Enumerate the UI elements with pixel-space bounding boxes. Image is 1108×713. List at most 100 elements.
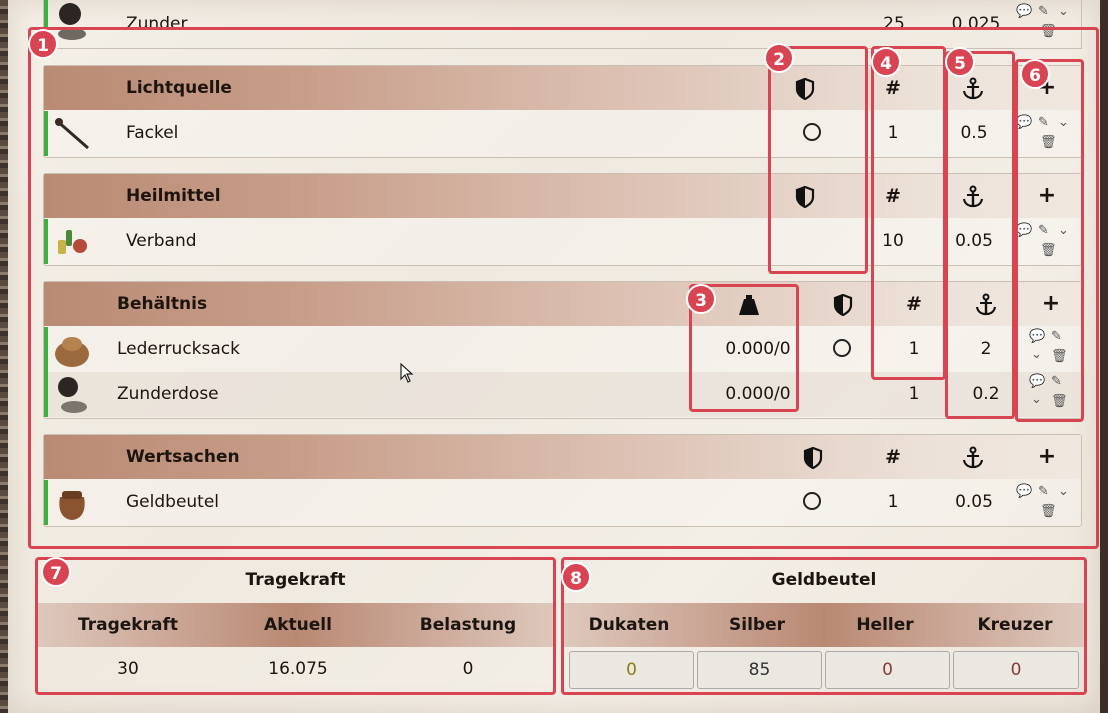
add-item-button[interactable]: + xyxy=(1032,444,1062,469)
item-count: 25 xyxy=(883,14,905,34)
item-count: 1 xyxy=(908,384,920,404)
trash-icon[interactable]: 🗑 xyxy=(1040,24,1057,39)
shield-icon xyxy=(795,186,815,208)
item-capacity: 0.000/0 xyxy=(725,339,791,359)
anchor-icon xyxy=(975,293,997,316)
annotation-badge-8: 8 xyxy=(561,562,591,592)
silber-input[interactable]: 85 xyxy=(697,651,822,689)
equip-radio[interactable] xyxy=(833,339,851,357)
item-weight: 2 xyxy=(980,339,992,359)
list-item[interactable]: Zunder 25 0.025 💬 ✎ ⌄ 🗑 xyxy=(43,0,1082,49)
chevron-down-icon[interactable]: ⌄ xyxy=(1058,484,1069,499)
comment-icon[interactable]: 💬 xyxy=(1016,223,1032,238)
item-count: 1 xyxy=(887,492,899,512)
annotation-badge-3: 3 xyxy=(686,284,716,314)
annotation-badge-2: 2 xyxy=(764,43,794,73)
tinderbox-thumbnail-icon xyxy=(58,377,87,413)
trash-icon[interactable]: 🗑 xyxy=(1040,243,1057,258)
chevron-down-icon[interactable]: ⌄ xyxy=(1058,4,1069,19)
count-column-header: # xyxy=(885,185,901,207)
tinder-thumbnail-icon xyxy=(58,3,86,40)
heller-input[interactable]: 0 xyxy=(825,651,950,689)
equipped-indicator xyxy=(44,219,48,264)
edit-icon[interactable]: ✎ xyxy=(1038,484,1049,499)
torch-thumbnail-icon xyxy=(55,118,89,150)
equip-radio[interactable] xyxy=(803,492,821,510)
panel-title: Geldbeutel xyxy=(771,570,877,590)
annotation-badge-6: 6 xyxy=(1020,59,1050,89)
comment-icon[interactable]: 💬 xyxy=(1029,329,1045,344)
comment-icon[interactable]: 💬 xyxy=(1016,4,1032,19)
column-header: Dukaten xyxy=(588,615,670,635)
column-header: Aktuell xyxy=(264,615,332,635)
chevron-down-icon[interactable]: ⌄ xyxy=(1058,115,1069,130)
comment-icon[interactable]: 💬 xyxy=(1016,484,1032,499)
edit-icon[interactable]: ✎ xyxy=(1038,4,1049,19)
edit-icon[interactable]: ✎ xyxy=(1038,223,1049,238)
item-capacity: 0.000/0 xyxy=(725,384,791,404)
item-weight: 0.05 xyxy=(955,492,993,512)
add-item-button[interactable]: + xyxy=(1032,183,1062,208)
list-item[interactable]: Lederrucksack 0.000/0 1 2 💬 ✎ ⌄ 🗑 xyxy=(44,327,1081,372)
group-title: Behältnis xyxy=(117,294,208,314)
item-name: Zunderdose xyxy=(117,384,219,404)
backpack-thumbnail-icon xyxy=(55,337,89,367)
chevron-down-icon[interactable]: ⌄ xyxy=(1031,392,1042,407)
column-header: Heller xyxy=(856,615,914,635)
bandage-thumbnail-icon xyxy=(58,230,87,254)
add-item-button[interactable]: + xyxy=(1036,291,1066,316)
panel-header: Dukaten Silber Heller Kreuzer xyxy=(564,603,1084,647)
annotation-badge-1: 1 xyxy=(28,29,58,59)
list-item[interactable]: Zunderdose 0.000/0 1 0.2 💬 ✎ ⌄ 🗑 xyxy=(44,372,1081,417)
list-item[interactable]: Geldbeutel 1 0.05 💬 ✎ ⌄ 🗑 xyxy=(44,480,1081,525)
equipped-indicator xyxy=(44,480,48,525)
anchor-icon xyxy=(962,185,984,208)
bag-icon xyxy=(739,295,759,315)
comment-icon[interactable]: 💬 xyxy=(1016,115,1032,130)
item-name: Fackel xyxy=(126,123,179,143)
item-weight: 0.025 xyxy=(951,14,1001,34)
anchor-icon xyxy=(962,446,984,469)
panel-title: Tragekraft xyxy=(245,570,346,590)
current-load-value: 16.075 xyxy=(268,659,328,679)
column-header: Tragekraft xyxy=(78,615,178,635)
count-column-header: # xyxy=(885,77,901,99)
group-behaeltnis: Behältnis # + Lederrucksack 0.000/0 1 2 … xyxy=(43,281,1082,419)
chevron-down-icon[interactable]: ⌄ xyxy=(1058,223,1069,238)
chevron-down-icon[interactable]: ⌄ xyxy=(1031,347,1042,362)
group-header: Behältnis # + xyxy=(44,282,1081,326)
group-header: Lichtquelle # + xyxy=(44,66,1081,110)
trash-icon[interactable]: 🗑 xyxy=(1040,135,1057,150)
carry-capacity-value: 30 xyxy=(117,659,139,679)
edit-icon[interactable]: ✎ xyxy=(1038,115,1049,130)
item-name: Verband xyxy=(126,231,197,251)
list-item[interactable]: Verband 10 0.05 💬 ✎ ⌄ 🗑 xyxy=(44,219,1081,264)
list-item[interactable]: Fackel 1 0.5 💬 ✎ ⌄ 🗑 xyxy=(44,111,1081,156)
shield-icon xyxy=(803,447,823,469)
tragekraft-panel: Tragekraft Tragekraft Aktuell Belastung … xyxy=(38,558,553,693)
edit-icon[interactable]: ✎ xyxy=(1051,329,1062,344)
trash-icon[interactable]: 🗑 xyxy=(1051,394,1068,409)
panel-header: Tragekraft Aktuell Belastung xyxy=(38,603,553,647)
trash-icon[interactable]: 🗑 xyxy=(1051,349,1068,364)
item-count: 10 xyxy=(882,231,904,251)
equipped-indicator xyxy=(44,111,48,156)
shield-icon xyxy=(833,294,853,316)
dukaten-input[interactable]: 0 xyxy=(569,651,694,689)
item-weight: 0.05 xyxy=(955,231,993,251)
comment-icon[interactable]: 💬 xyxy=(1029,374,1045,389)
item-weight: 0.2 xyxy=(972,384,1000,404)
group-title: Lichtquelle xyxy=(126,78,232,98)
group-header: Wertsachen # + xyxy=(44,435,1081,479)
group-header: Heilmittel # + xyxy=(44,174,1081,218)
kreuzer-input[interactable]: 0 xyxy=(953,651,1079,689)
trash-icon[interactable]: 🗑 xyxy=(1040,504,1057,519)
count-column-header: # xyxy=(885,446,901,468)
column-header: Belastung xyxy=(419,615,517,635)
annotation-badge-4: 4 xyxy=(871,47,901,77)
mouse-cursor-icon xyxy=(400,363,414,383)
item-name: Lederrucksack xyxy=(117,339,240,359)
group-wertsachen: Wertsachen # + Geldbeutel 1 0.05 💬 ✎ ⌄ 🗑 xyxy=(43,434,1082,527)
edit-icon[interactable]: ✎ xyxy=(1051,374,1062,389)
equip-radio[interactable] xyxy=(803,123,821,141)
